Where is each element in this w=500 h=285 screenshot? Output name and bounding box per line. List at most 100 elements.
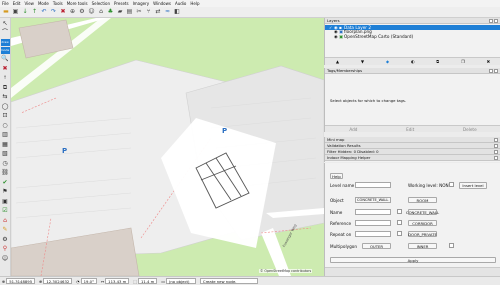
menu-view[interactable]: View [24, 1, 34, 6]
inner-button[interactable]: INNER [408, 243, 437, 249]
reference-checkbox[interactable] [397, 220, 402, 225]
menu-selection[interactable]: Selection [92, 1, 110, 6]
author-toggle-icon[interactable]: ☺ [1, 255, 9, 263]
orthogonalize-tool-icon[interactable]: ⊡ [1, 112, 9, 120]
minimap-toggle-icon[interactable]: ▣ [1, 198, 9, 206]
fork-icon[interactable]: ⑂ [145, 8, 153, 16]
panel-close-icon[interactable] [494, 68, 498, 73]
relation-toggle-icon[interactable]: ⛓ [1, 169, 9, 177]
panel-close-icon[interactable] [494, 155, 498, 160]
menu-mode[interactable]: Mode [38, 1, 49, 6]
tools-icon[interactable]: ✂ [135, 8, 143, 16]
panel-close-icon[interactable] [494, 137, 498, 142]
shop-icon[interactable]: ◧ [173, 8, 181, 16]
zoom-in-icon[interactable]: ⊕ [69, 8, 77, 16]
concrete-wall-button[interactable]: CONCRETE_WALL [406, 209, 439, 215]
draw-tool-button[interactable]: draw [0, 38, 10, 46]
tags-edit-button[interactable]: Edit [406, 127, 414, 132]
tags-panel-title: Tags/Memberships [325, 68, 500, 74]
menu-imagery[interactable]: Imagery [133, 1, 150, 6]
menu-edit[interactable]: Edit [13, 1, 21, 6]
layers-toggle-icon[interactable]: ▥ [1, 131, 9, 139]
multipolygon-checkbox[interactable] [449, 243, 454, 248]
menu-windows[interactable]: Windows [153, 1, 171, 6]
menu-help[interactable]: Help [190, 1, 199, 6]
history-toggle-icon[interactable]: ◷ [1, 160, 9, 168]
preferences-icon[interactable]: ⚙ [78, 8, 86, 16]
tags-delete-button[interactable]: Delete [463, 127, 477, 132]
toggle-visibility-icon[interactable]: ◐ [411, 59, 415, 64]
panel-close-icon[interactable] [494, 149, 498, 154]
lasso-tool-icon[interactable]: ⌒ [1, 29, 9, 37]
delete-tool-icon[interactable]: ✖ [1, 65, 9, 73]
object-select[interactable]: CONCRETE_WALL [355, 197, 391, 203]
panel-close-icon[interactable] [494, 18, 498, 23]
reference-input[interactable] [355, 220, 391, 226]
mode-tool-button[interactable]: mode [0, 46, 10, 54]
combine-tool-icon[interactable]: ⧉ [1, 84, 9, 92]
tags-add-button[interactable]: Add [349, 127, 357, 132]
indoor-panel-title[interactable]: Indoor Mapping Helper [325, 155, 500, 161]
validation-toggle-icon[interactable]: ✔ [1, 179, 9, 187]
outer-button[interactable]: OUTER [362, 243, 391, 249]
menu-presets[interactable]: Presets [114, 1, 129, 6]
upload-icon[interactable]: ↑ [31, 8, 39, 16]
working-level-checkbox[interactable] [449, 182, 454, 187]
corridor-button[interactable]: CORRIDOR [408, 220, 437, 226]
delete-layer-icon[interactable]: ✖ [487, 59, 491, 64]
car-icon[interactable]: ▰ [116, 8, 124, 16]
bus-icon[interactable]: ▤ [126, 8, 134, 16]
panel-minimize-icon[interactable] [489, 18, 493, 23]
tree-icon[interactable]: ♣ [107, 8, 115, 16]
route-icon[interactable]: ⇄ [154, 8, 162, 16]
align-tool-icon[interactable]: ◯ [1, 103, 9, 111]
door-private-button[interactable]: DOOR_PRIVATE [408, 231, 437, 237]
panel-close-icon[interactable] [494, 143, 498, 148]
move-down-icon[interactable]: ▼ [361, 59, 364, 64]
map-view[interactable]: P P Fussinger Weg © OpenStreetMap contri… [11, 18, 324, 276]
apply-button[interactable]: Apply [330, 257, 496, 263]
name-input[interactable] [355, 209, 391, 215]
move-up-icon[interactable]: ▲ [336, 59, 339, 64]
merge-icon[interactable]: ⧉ [436, 59, 439, 64]
selection-toggle-icon[interactable]: ▧ [1, 150, 9, 158]
undo-icon[interactable]: ↶ [40, 8, 48, 16]
object-label: Object [330, 198, 344, 203]
menu-more-tools[interactable]: More tools [67, 1, 88, 6]
changeset-toggle-icon[interactable]: ⚙ [1, 236, 9, 244]
menu-tools[interactable]: Tools [53, 1, 63, 6]
panel-minimize-icon[interactable] [489, 68, 493, 73]
filter-toggle-icon[interactable]: ⚑ [1, 188, 9, 196]
tags-toggle-icon[interactable]: ▦ [1, 141, 9, 149]
save-icon[interactable]: ▣ [12, 8, 20, 16]
indoor-toggle-icon[interactable]: ⌂ [1, 217, 9, 225]
circle-tool-icon[interactable]: ○ [1, 122, 9, 130]
level-name-input[interactable] [355, 182, 391, 188]
help-button[interactable]: Help [330, 173, 343, 179]
notes-toggle-icon[interactable]: ✎ [1, 226, 9, 234]
insert-level-button[interactable]: Insert level [459, 181, 487, 189]
split-tool-icon[interactable]: ⟊ [1, 74, 9, 82]
download-icon[interactable]: ↓ [21, 8, 29, 16]
menu-file[interactable]: File [2, 1, 9, 6]
open-file-icon[interactable]: ▬ [2, 8, 10, 16]
activate-layer-icon[interactable]: ◆ [386, 59, 389, 64]
layer-row[interactable]: ◉ ▣ OpenStreetMap Carto (Standard) [325, 34, 500, 39]
delete-icon[interactable]: ✖ [59, 8, 67, 16]
zoom-icon[interactable]: 🔍 [1, 55, 9, 63]
map-pin-icon[interactable]: ⚲ [1, 245, 9, 253]
repeat-on-input[interactable] [355, 231, 391, 237]
layers-button-bar: ▲ ▼ ◆ ◐ ⧉ ❐ ✖ [325, 57, 500, 65]
name-checkbox[interactable] [397, 209, 402, 214]
repeat-on-checkbox[interactable] [397, 231, 402, 236]
reverse-tool-icon[interactable]: ⇆ [1, 93, 9, 101]
menu-audio[interactable]: Audio [175, 1, 186, 6]
duplicate-icon[interactable]: ❐ [461, 59, 465, 64]
checkbox-toggle-icon[interactable]: ☑ [1, 207, 9, 215]
room-button[interactable]: ROOM [408, 197, 437, 203]
house-icon[interactable]: ⌂ [97, 8, 105, 16]
select-tool-icon[interactable]: ↖ [1, 20, 9, 28]
person-icon[interactable]: ☺ [88, 8, 96, 16]
redo-icon[interactable]: ↷ [50, 8, 58, 16]
water-icon[interactable]: ≈ [164, 8, 172, 16]
